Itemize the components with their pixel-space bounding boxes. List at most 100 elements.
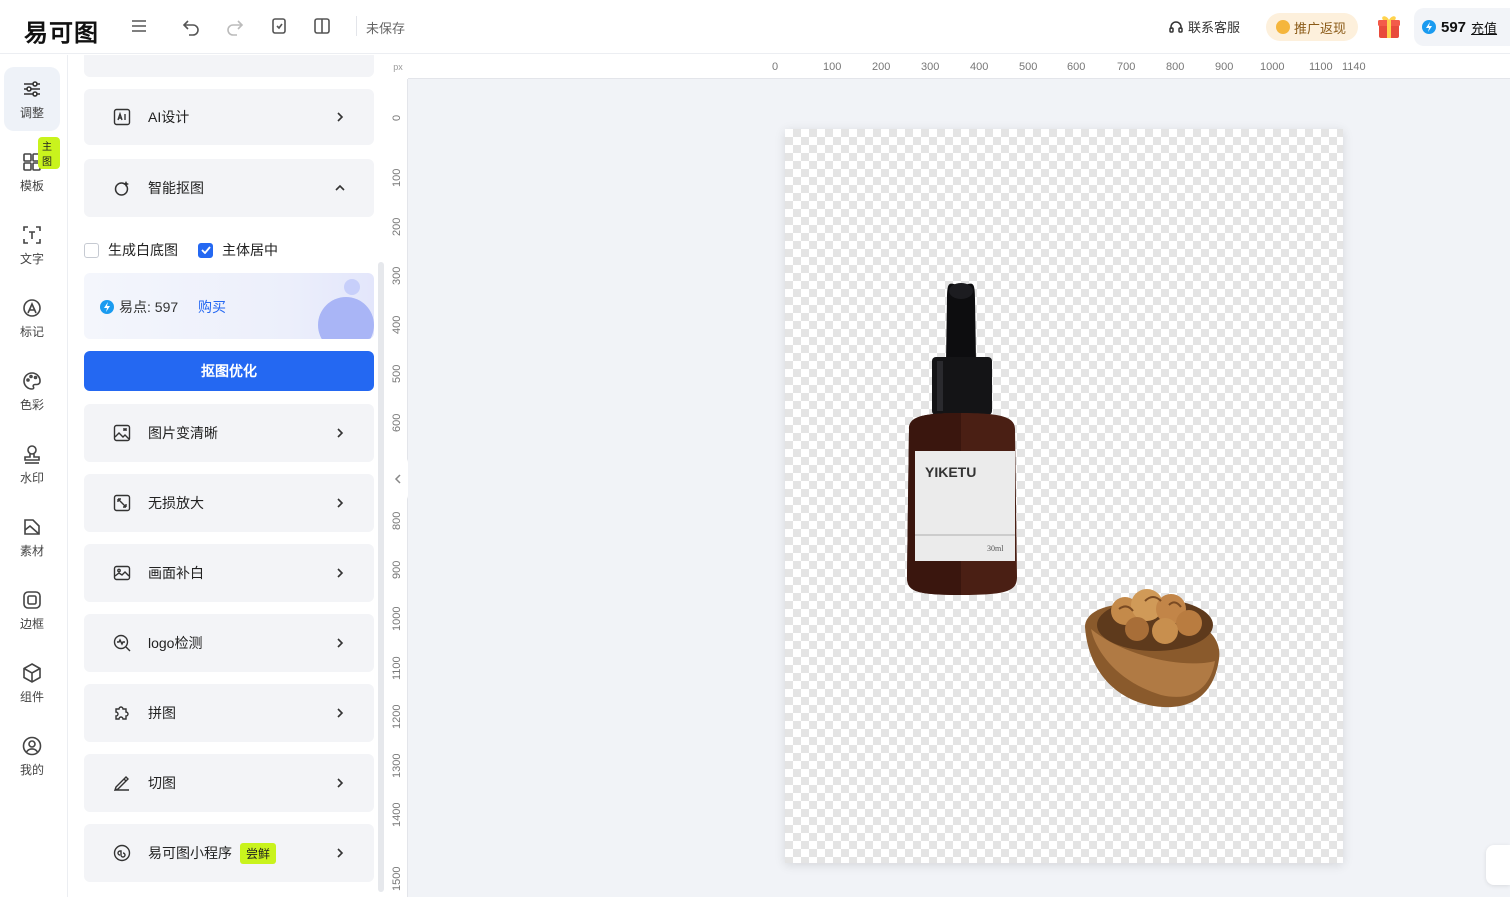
buy-link[interactable]: 购买: [198, 297, 226, 317]
nav-item-frame[interactable]: 边框: [4, 578, 60, 642]
white-bg-checkbox[interactable]: [84, 242, 99, 258]
chevron-right-icon: [337, 638, 344, 648]
nav-item-color[interactable]: 色彩: [4, 359, 60, 423]
new-badge: 尝鲜: [240, 842, 277, 864]
panel-item-slice[interactable]: 切图: [84, 754, 374, 812]
ruler-tick: 100: [823, 61, 842, 73]
ruler-tick: 1100: [1309, 61, 1333, 73]
logo-detect-icon: [113, 634, 131, 652]
nav-item-template[interactable]: 主图 模板: [4, 137, 60, 204]
nav-item-component[interactable]: 组件: [4, 651, 60, 715]
panel-item-upscale[interactable]: 无损放大: [84, 474, 374, 532]
panel-item-logo-detect[interactable]: logo检测: [84, 614, 374, 672]
nav-item-adjust[interactable]: 调整: [4, 67, 60, 131]
chevron-right-icon: [337, 708, 344, 718]
panel-item-label: 智能抠图: [148, 180, 204, 196]
panel-item-hd[interactable]: 图片变清晰: [84, 404, 374, 462]
ruler-tick: 500: [391, 364, 403, 383]
serum-bottle-image[interactable]: YIKETU 30ml: [907, 283, 1017, 595]
ruler-tick: 400: [391, 315, 403, 334]
chevron-left-icon: [394, 474, 401, 484]
cutout-icon: [114, 181, 129, 196]
nav-label: 色彩: [19, 397, 44, 412]
expand-icon: [113, 494, 131, 512]
bottle-brand-text: YIKETU: [925, 464, 976, 480]
chevron-right-icon: [337, 112, 344, 122]
ruler-tick: 1000: [1260, 61, 1285, 73]
collapse-panel-button[interactable]: [388, 455, 408, 503]
promo-cashback-button[interactable]: 推广返现: [1266, 13, 1359, 41]
panel-item-smart-cutout[interactable]: 智能抠图: [84, 159, 374, 217]
nav-label: 模板: [19, 178, 44, 193]
ruler-tick: 1400: [391, 802, 403, 827]
panel-item-label: 画面补白: [148, 565, 204, 581]
nav-item-mark[interactable]: 标记: [4, 286, 60, 350]
gift-icon[interactable]: [1376, 12, 1402, 40]
ruler-tick: 900: [1215, 61, 1234, 73]
panel-item-miniapp[interactable]: 易可图小程序 尝鲜: [84, 824, 374, 882]
cut-icon: [113, 776, 129, 792]
headset-icon: [1169, 20, 1183, 33]
material-icon: [24, 518, 40, 535]
center-subject-label: 主体居中: [222, 242, 278, 258]
zoom-control-tab[interactable]: [1486, 845, 1510, 885]
optimize-cutout-button[interactable]: 抠图优化: [84, 351, 374, 391]
panel-item-label: AI设计: [148, 109, 190, 125]
panel-scrollbar[interactable]: [378, 262, 384, 892]
center-subject-checkbox[interactable]: [198, 242, 213, 258]
nav-label: 素材: [19, 543, 44, 558]
panel-item-label: logo检测: [148, 635, 203, 651]
panel-item-label: 切图: [148, 775, 176, 791]
ruler-tick: 200: [391, 217, 403, 236]
artboard[interactable]: YIKETU 30ml: [785, 129, 1343, 863]
user-icon: [22, 736, 42, 755]
ruler-top: 0 100 200 300 400 500 600 700 800 900 10…: [408, 55, 1510, 79]
ruler-tick: 1100: [391, 656, 403, 680]
promo-label: 推广返现: [1294, 20, 1347, 36]
ruler-tick: 300: [921, 61, 940, 73]
nav-item-material[interactable]: 素材: [4, 505, 60, 569]
menu-icon[interactable]: [128, 15, 150, 37]
image-fill-icon: [113, 565, 131, 581]
nav-item-watermark[interactable]: 水印: [4, 432, 60, 496]
panel-item-label: 无损放大: [148, 495, 204, 511]
panel-item-label: 易可图小程序: [148, 845, 232, 861]
ruler-tick: 1300: [391, 753, 403, 778]
ruler-tick: 300: [391, 266, 403, 285]
tool-panel: AI设计 智能抠图 生成白底图 主体居中 易点: 597 购买 抠图优化 图片变…: [69, 55, 387, 897]
bolt-icon: [1422, 20, 1436, 34]
ruler-tick: 500: [1019, 61, 1038, 73]
top-toolbar: 易可图 未保存 联系客服 推广返现 597 充值: [0, 0, 1510, 54]
recharge-link[interactable]: 充值: [1471, 18, 1497, 37]
chevron-right-icon: [337, 568, 344, 578]
ruler-tick: 1140: [1342, 61, 1366, 73]
ruler-tick: 1000: [391, 606, 403, 631]
nav-item-mine[interactable]: 我的: [4, 724, 60, 788]
canvas-workspace[interactable]: px 0 100 200 300 400 500 600 700 800 900…: [388, 55, 1510, 897]
chevron-right-icon: [337, 848, 344, 858]
text-icon: [23, 225, 41, 244]
history-icon[interactable]: [268, 15, 290, 37]
ruler-tick: 600: [1067, 61, 1086, 73]
walnut-image[interactable]: [1085, 589, 1220, 708]
hd-icon: [113, 424, 131, 442]
points-info: 易点: 597: [100, 297, 178, 317]
ruler-tick: 700: [1117, 61, 1136, 73]
points-balance[interactable]: 597 充值: [1414, 8, 1510, 46]
redo-icon[interactable]: [224, 15, 246, 37]
panel-card-partial[interactable]: [84, 55, 374, 77]
ai-icon: [113, 108, 131, 126]
panel-item-collage[interactable]: 拼图: [84, 684, 374, 742]
cutout-options: 生成白底图 主体居中: [84, 240, 278, 260]
undo-icon[interactable]: [180, 15, 202, 37]
customer-service-button[interactable]: 联系客服: [1168, 17, 1240, 36]
ruler-tick: 800: [391, 511, 403, 530]
app-logo[interactable]: 易可图: [24, 13, 99, 48]
chevron-right-icon: [337, 778, 344, 788]
panel-item-outpaint[interactable]: 画面补白: [84, 544, 374, 602]
ruler-tick: 600: [391, 413, 403, 432]
sliders-icon: [24, 80, 40, 97]
panel-item-ai-design[interactable]: AI设计: [84, 89, 374, 145]
nav-item-text[interactable]: 文字: [4, 213, 60, 277]
compare-icon[interactable]: [311, 15, 333, 37]
